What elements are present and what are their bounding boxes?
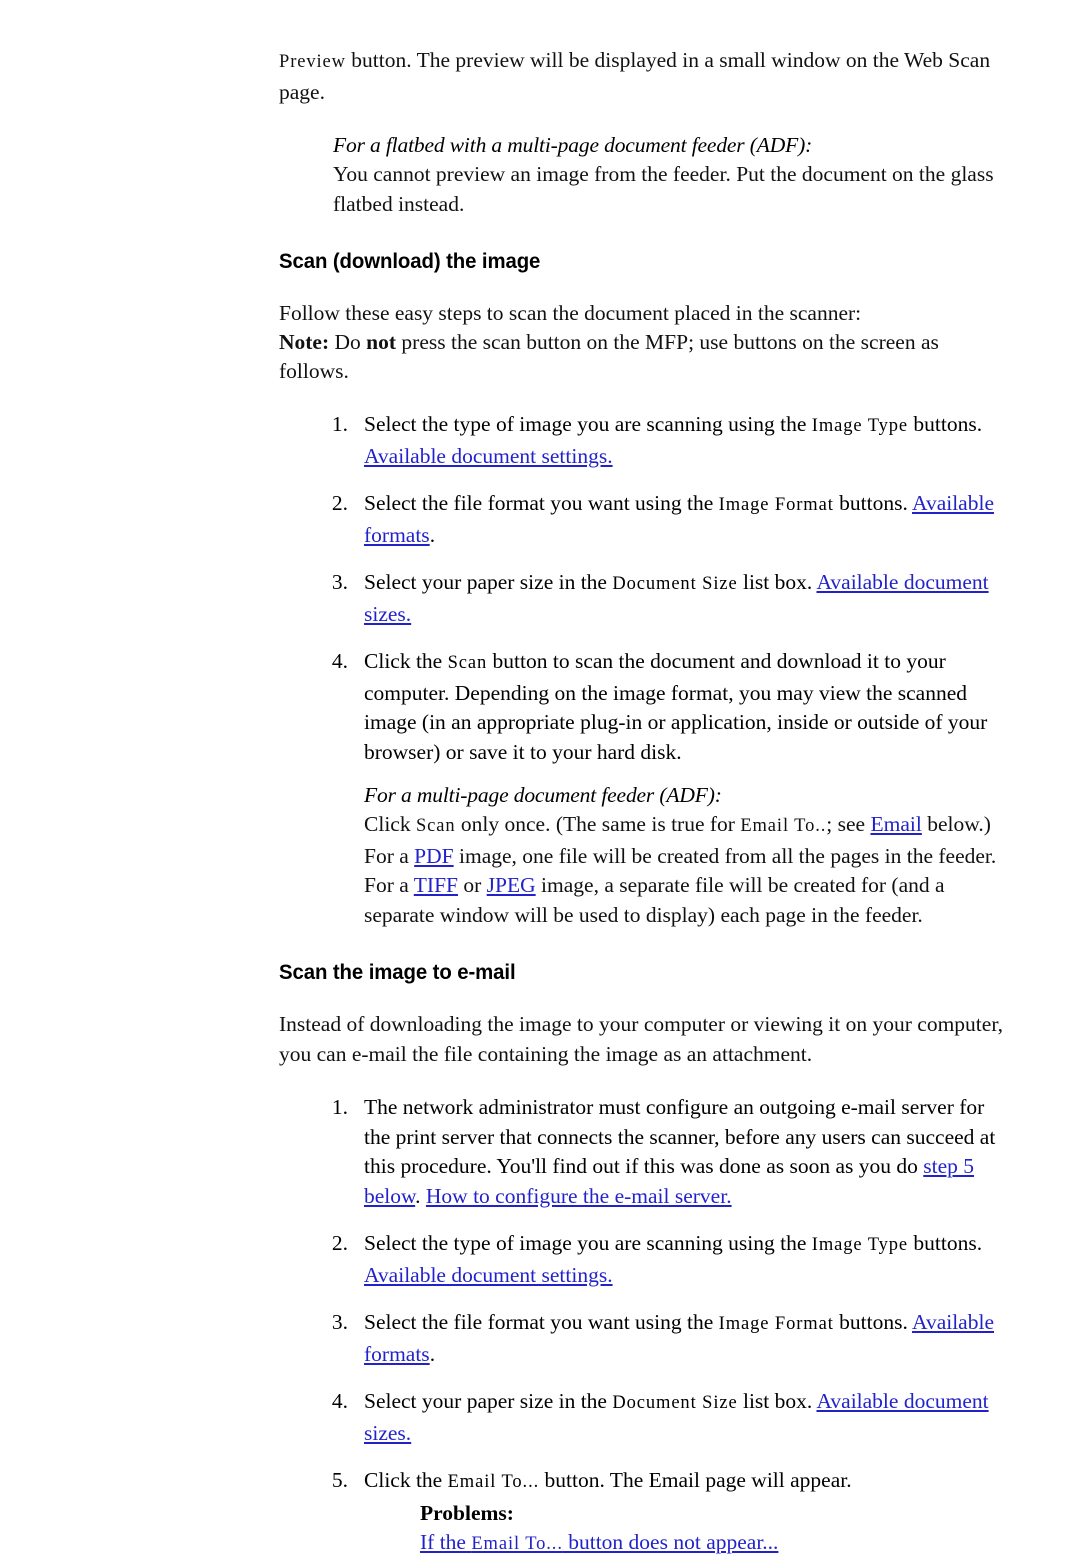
ui-label-document-size: Document Size (612, 1393, 738, 1413)
adf-text-2: only once. (The same is true for (455, 812, 741, 836)
ui-label-scan: Scan (447, 653, 488, 673)
adf-text-1: Click (364, 812, 416, 836)
scan-email-intro: Instead of downloading the image to your… (279, 1012, 1003, 1066)
ui-label-image-format: Image Format (718, 495, 834, 515)
step-text-mid: list box. (737, 570, 817, 594)
list-number: 3. (331, 1310, 348, 1334)
adf-flatbed-body: You cannot preview an image from the fee… (333, 162, 994, 216)
link-email-to-button-not-appear[interactable]: If the Email To... button does not appea… (420, 1530, 778, 1554)
list-item-text: The network administrator must configure… (364, 1093, 1014, 1211)
list-number: 2. (331, 1231, 348, 1255)
intro-paragraph: Preview button. The preview will be disp… (279, 46, 1014, 107)
list-item: 5. Click the Email To... button. The Ema… (308, 1466, 1014, 1559)
adf-multipage-heading: For a multi-page document feeder (ADF): (364, 783, 722, 807)
list-item: 1. Select the type of image you are scan… (308, 410, 1014, 471)
step-text-mid: buttons. (908, 1231, 983, 1255)
problems-title: Problems: (420, 1500, 514, 1525)
step-text-mid: buttons. (908, 412, 983, 436)
list-item: 2. Select the file format you want using… (308, 489, 1014, 550)
list-item: 3. Select the file format you want using… (308, 1308, 1014, 1369)
step-text-pre: Select your paper size in the (364, 1389, 613, 1413)
list-item-text: Select your paper size in the Document S… (364, 568, 1014, 629)
list-item: 4. Click the Scan button to scan the doc… (308, 647, 1014, 930)
list-number: 1. (331, 412, 348, 436)
list-number: 2. (331, 491, 348, 515)
intro-text: button. The preview will be displayed in… (279, 48, 991, 104)
scan-download-intro: Follow these easy steps to scan the docu… (279, 301, 862, 325)
link-pdf[interactable]: PDF (414, 844, 453, 868)
list-number: 4. (331, 1389, 348, 1413)
step-text-pre: Select your paper size in the (364, 570, 613, 594)
problems-line: If the Email To... button does not appea… (420, 1528, 1014, 1559)
list-item: 4. Select your paper size in the Documen… (308, 1387, 1014, 1448)
ui-label-image-type: Image Type (811, 416, 909, 436)
step-text-pre: Select the type of image you are scannin… (364, 1231, 812, 1255)
note-label: Note: (279, 330, 330, 354)
adf-multipage-body: Click Scan only once. (The same is true … (364, 810, 1014, 930)
ui-label-image-type: Image Type (811, 1235, 909, 1255)
note-pre: Do (329, 330, 367, 354)
list-item: 3. Select your paper size in the Documen… (308, 568, 1014, 629)
problems-link-pre: If the (420, 1529, 472, 1554)
list-item: 1. The network administrator must config… (308, 1093, 1014, 1211)
ui-label-document-size: Document Size (612, 574, 738, 594)
ui-label-scan: Scan (415, 816, 456, 836)
list-number: 5. (331, 1468, 348, 1492)
list-item-text: Select your paper size in the Document S… (364, 1387, 1014, 1448)
step-text-pre: Select the type of image you are scannin… (364, 412, 812, 436)
scan-download-steps: 1. Select the type of image you are scan… (279, 410, 1014, 930)
link-available-document-settings[interactable]: Available document settings. (364, 444, 613, 468)
adf-flatbed-note: For a flatbed with a multi-page document… (333, 131, 1014, 219)
step-text-post: . (429, 522, 436, 547)
step-text-mid: buttons. (833, 1310, 913, 1334)
problems-block: Problems: If the Email To... button does… (420, 1499, 1014, 1559)
step-text-pre: Select the file format you want using th… (364, 491, 719, 515)
link-tiff[interactable]: TIFF (414, 873, 458, 897)
step-text-post: . (429, 1341, 436, 1366)
document-page: Preview button. The preview will be disp… (0, 0, 1080, 1554)
ui-label-email-to: Email To.. (740, 816, 827, 836)
step-text-mid: . (415, 1183, 426, 1208)
list-item-text: Click the Email To... button. The Email … (364, 1466, 1014, 1498)
note-emphasis: not (366, 330, 397, 354)
scan-download-note: Note: Do not press the scan button on th… (279, 328, 1014, 386)
adf-flatbed-heading: For a flatbed with a multi-page document… (333, 133, 813, 157)
list-item-text: Select the file format you want using th… (364, 489, 1014, 550)
step-text-mid: buttons. (833, 491, 913, 515)
heading-scan-download: Scan (download) the image (279, 250, 541, 273)
ui-label-image-format: Image Format (718, 1314, 834, 1334)
link-email[interactable]: Email (870, 812, 921, 836)
adf-multipage-note: For a multi-page document feeder (ADF): … (364, 781, 1014, 930)
scan-email-steps: 1. The network administrator must config… (279, 1093, 1014, 1559)
adf-text-3: ; see (826, 812, 871, 836)
step-text-pre: Select the file format you want using th… (364, 1310, 719, 1334)
list-item-text: Select the type of image you are scannin… (364, 410, 1014, 471)
step-text-pre: The network administrator must configure… (364, 1095, 996, 1178)
ui-label-email-to: Email To... (447, 1472, 540, 1492)
list-item-text: Select the file format you want using th… (364, 1308, 1014, 1369)
list-number: 4. (331, 649, 348, 673)
list-number: 3. (331, 570, 348, 594)
link-how-to-configure-email-server[interactable]: How to configure the e-mail server. (426, 1184, 732, 1208)
ui-label-email-to: Email To... (471, 1533, 563, 1554)
step-text-mid: button. The Email page will appear. (539, 1468, 852, 1492)
link-available-document-settings[interactable]: Available document settings. (364, 1263, 613, 1287)
link-jpeg[interactable]: JPEG (487, 873, 536, 897)
heading-scan-email: Scan the image to e-mail (279, 961, 516, 984)
adf-text-6: or (458, 873, 487, 897)
list-number: 1. (331, 1095, 348, 1119)
list-item-text: Select the type of image you are scannin… (364, 1229, 1014, 1290)
list-item: 2. Select the type of image you are scan… (308, 1229, 1014, 1290)
step-text-mid: list box. (737, 1389, 817, 1413)
list-item-text: Click the Scan button to scan the docume… (364, 647, 1014, 767)
step-text-pre: Click the (364, 1468, 448, 1492)
step-text-pre: Click the (364, 649, 448, 673)
page-content: Preview button. The preview will be disp… (279, 46, 1014, 1559)
ui-label-preview: Preview (279, 52, 346, 72)
problems-link-post: button does not appear... (562, 1529, 779, 1554)
